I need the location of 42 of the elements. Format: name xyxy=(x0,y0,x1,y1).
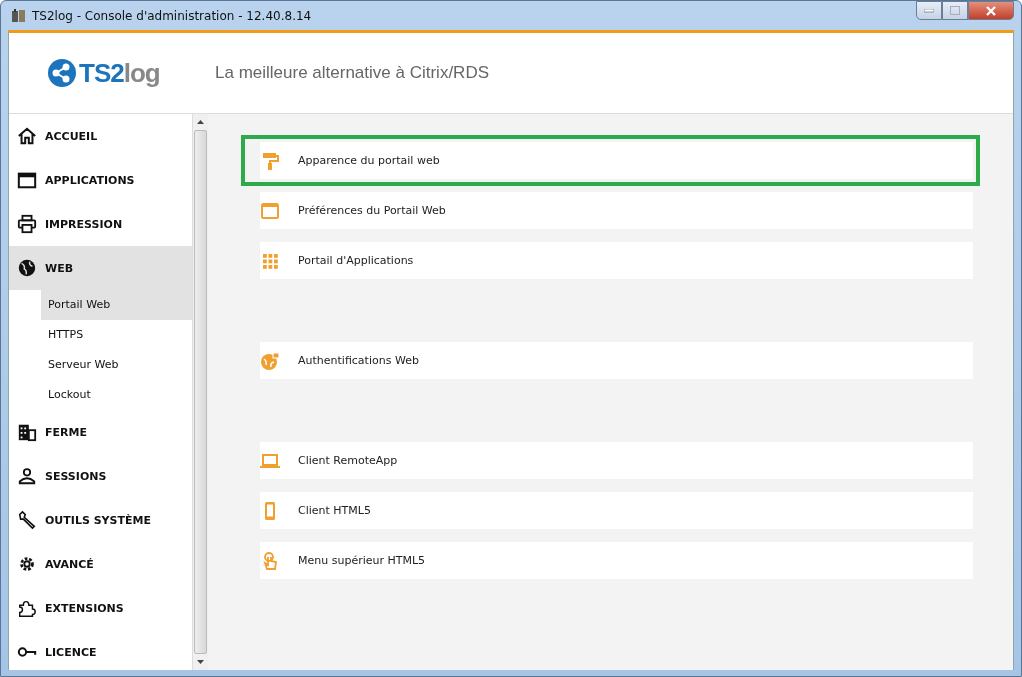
globe-lock-icon xyxy=(260,350,280,371)
app-icon xyxy=(11,7,27,24)
wrench-icon xyxy=(17,510,37,530)
logo-text: TS2log xyxy=(79,57,160,89)
minimize-icon xyxy=(924,8,934,13)
globe-icon xyxy=(17,258,37,278)
sidebar-item[interactable]: ACCUEIL xyxy=(9,114,192,158)
sidebar-item[interactable]: APPLICATIONS xyxy=(9,158,192,202)
sidebar-item[interactable]: IMPRESSION xyxy=(9,202,192,246)
puzzle-icon xyxy=(17,598,37,618)
scrollbar-thumb[interactable] xyxy=(194,130,207,654)
minimize-button[interactable] xyxy=(916,1,942,20)
sidebar-subitem[interactable]: HTTPS xyxy=(41,320,192,350)
tagline: La meilleure alternative à Citrix/RDS xyxy=(215,63,489,83)
maximize-button[interactable] xyxy=(942,1,968,20)
maximize-icon xyxy=(950,6,960,15)
sidebar-item[interactable]: OUTILS SYSTÈME xyxy=(9,498,192,542)
paint-roller-icon xyxy=(260,150,280,171)
sidebar-item[interactable]: WEB xyxy=(9,246,192,290)
sidebar-subitem[interactable]: Lockout xyxy=(41,380,192,410)
window-title: TS2log - Console d'administration - 12.40.8.14 xyxy=(32,8,312,23)
scrollbar[interactable] xyxy=(192,114,208,670)
sidebar-item[interactable]: FERME xyxy=(9,410,192,454)
home-icon xyxy=(17,126,37,146)
scroll-down-icon xyxy=(197,660,204,664)
gear-icon xyxy=(17,554,37,574)
person-icon xyxy=(17,466,37,486)
printer-icon xyxy=(17,214,37,234)
sidebar-item[interactable]: LICENCE xyxy=(9,630,192,670)
building-icon xyxy=(17,422,37,442)
sidebar-item[interactable]: EXTENSIONS xyxy=(9,586,192,630)
settings-card[interactable]: Apparence du portail web xyxy=(241,135,980,186)
sidebar-subitem[interactable]: Serveur Web xyxy=(41,350,192,380)
sidebar-item[interactable]: SESSIONS xyxy=(9,454,192,498)
close-icon xyxy=(985,5,997,16)
scroll-up-icon xyxy=(197,120,204,124)
window-icon xyxy=(17,170,37,190)
logo-icon xyxy=(47,58,77,88)
sidebar-subitem[interactable]: Portail Web xyxy=(41,290,192,320)
sidebar-item[interactable]: AVANCÉ xyxy=(9,542,192,586)
close-button[interactable] xyxy=(968,1,1014,20)
window-icon xyxy=(260,200,280,221)
